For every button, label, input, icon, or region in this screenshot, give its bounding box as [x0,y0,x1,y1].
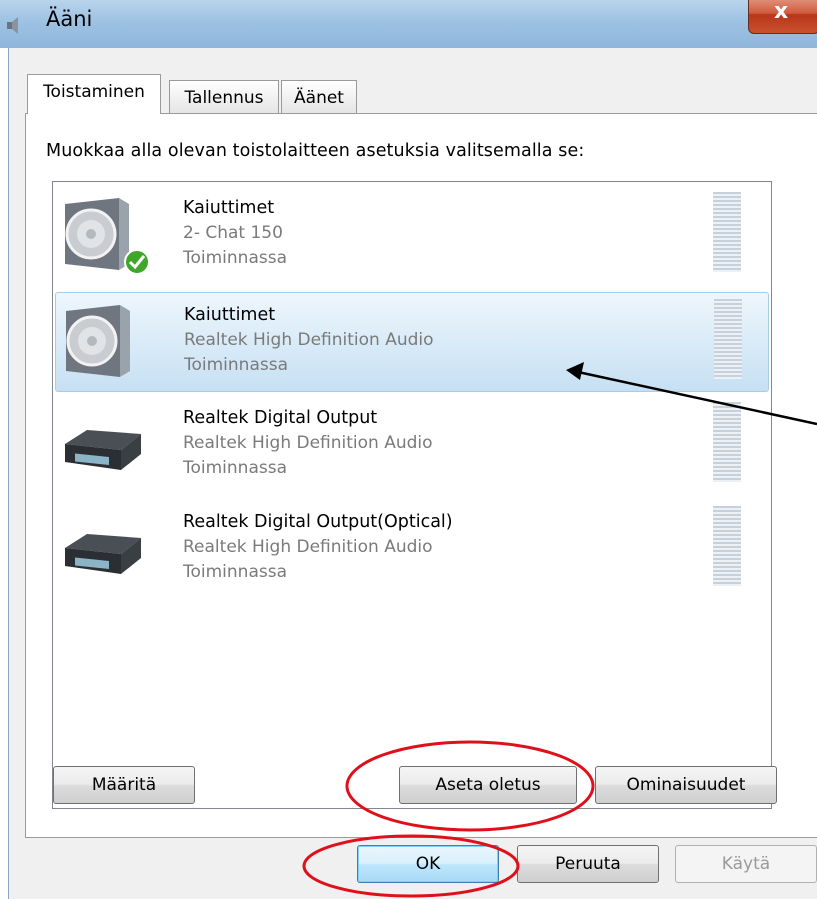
volume-meter [714,299,742,379]
volume-meter [713,506,741,586]
tab-playback[interactable]: Toistaminen [27,74,161,114]
device-list[interactable]: Kaiuttimet 2- Chat 150 Toiminnassa Kaiut… [52,181,772,809]
volume-meter [713,192,741,272]
configure-button[interactable]: Määritä [53,766,195,804]
set-default-button[interactable]: Aseta oletus [399,766,577,804]
dialog-body: Toistaminen Tallennus Äänet Muokkaa alla… [8,48,817,899]
device-status: Toiminnassa [183,458,288,478]
tab-page-playback: Muokkaa alla olevan toistolaitteen asetu… [25,113,817,838]
device-status: Toiminnassa [183,248,288,268]
device-description: Realtek High Definition Audio [183,433,433,453]
properties-button[interactable]: Ominaisuudet [595,766,777,804]
device-status: Toiminnassa [184,355,289,375]
receiver-icon [65,430,141,470]
default-check-icon [124,249,150,275]
instruction-text: Muokkaa alla olevan toistolaitteen asetu… [46,141,585,161]
device-description: Realtek High Definition Audio [183,537,433,557]
device-description: Realtek High Definition Audio [184,330,434,350]
title-bar: Ääni x [0,0,817,48]
tab-recording[interactable]: Tallennus [169,80,279,114]
cancel-button[interactable]: Peruuta [517,845,659,883]
speaker-icon [66,305,130,377]
device-name: Realtek Digital Output(Optical) [183,512,453,532]
volume-meter [713,402,741,482]
device-name: Kaiuttimet [184,305,276,325]
apply-button[interactable]: Käytä [675,845,817,883]
ok-button[interactable]: OK [357,845,499,883]
window-title: Ääni [46,7,93,31]
device-item-digital-output[interactable]: Realtek Digital Output Realtek High Defi… [55,396,769,496]
device-item-digital-output-optical[interactable]: Realtek Digital Output(Optical) Realtek … [55,500,769,600]
device-item-speakers-chat150[interactable]: Kaiuttimet 2- Chat 150 Toiminnassa [55,186,769,286]
device-name: Kaiuttimet [183,198,275,218]
device-status: Toiminnassa [183,562,288,582]
speaker-small-icon [7,17,18,34]
device-name: Realtek Digital Output [183,408,378,428]
device-description: 2- Chat 150 [183,223,283,243]
device-item-speakers-realtek[interactable]: Kaiuttimet Realtek High Definition Audio… [55,292,769,392]
receiver-icon [65,534,141,574]
tab-sounds[interactable]: Äänet [281,80,357,114]
close-button[interactable]: x [748,0,817,34]
